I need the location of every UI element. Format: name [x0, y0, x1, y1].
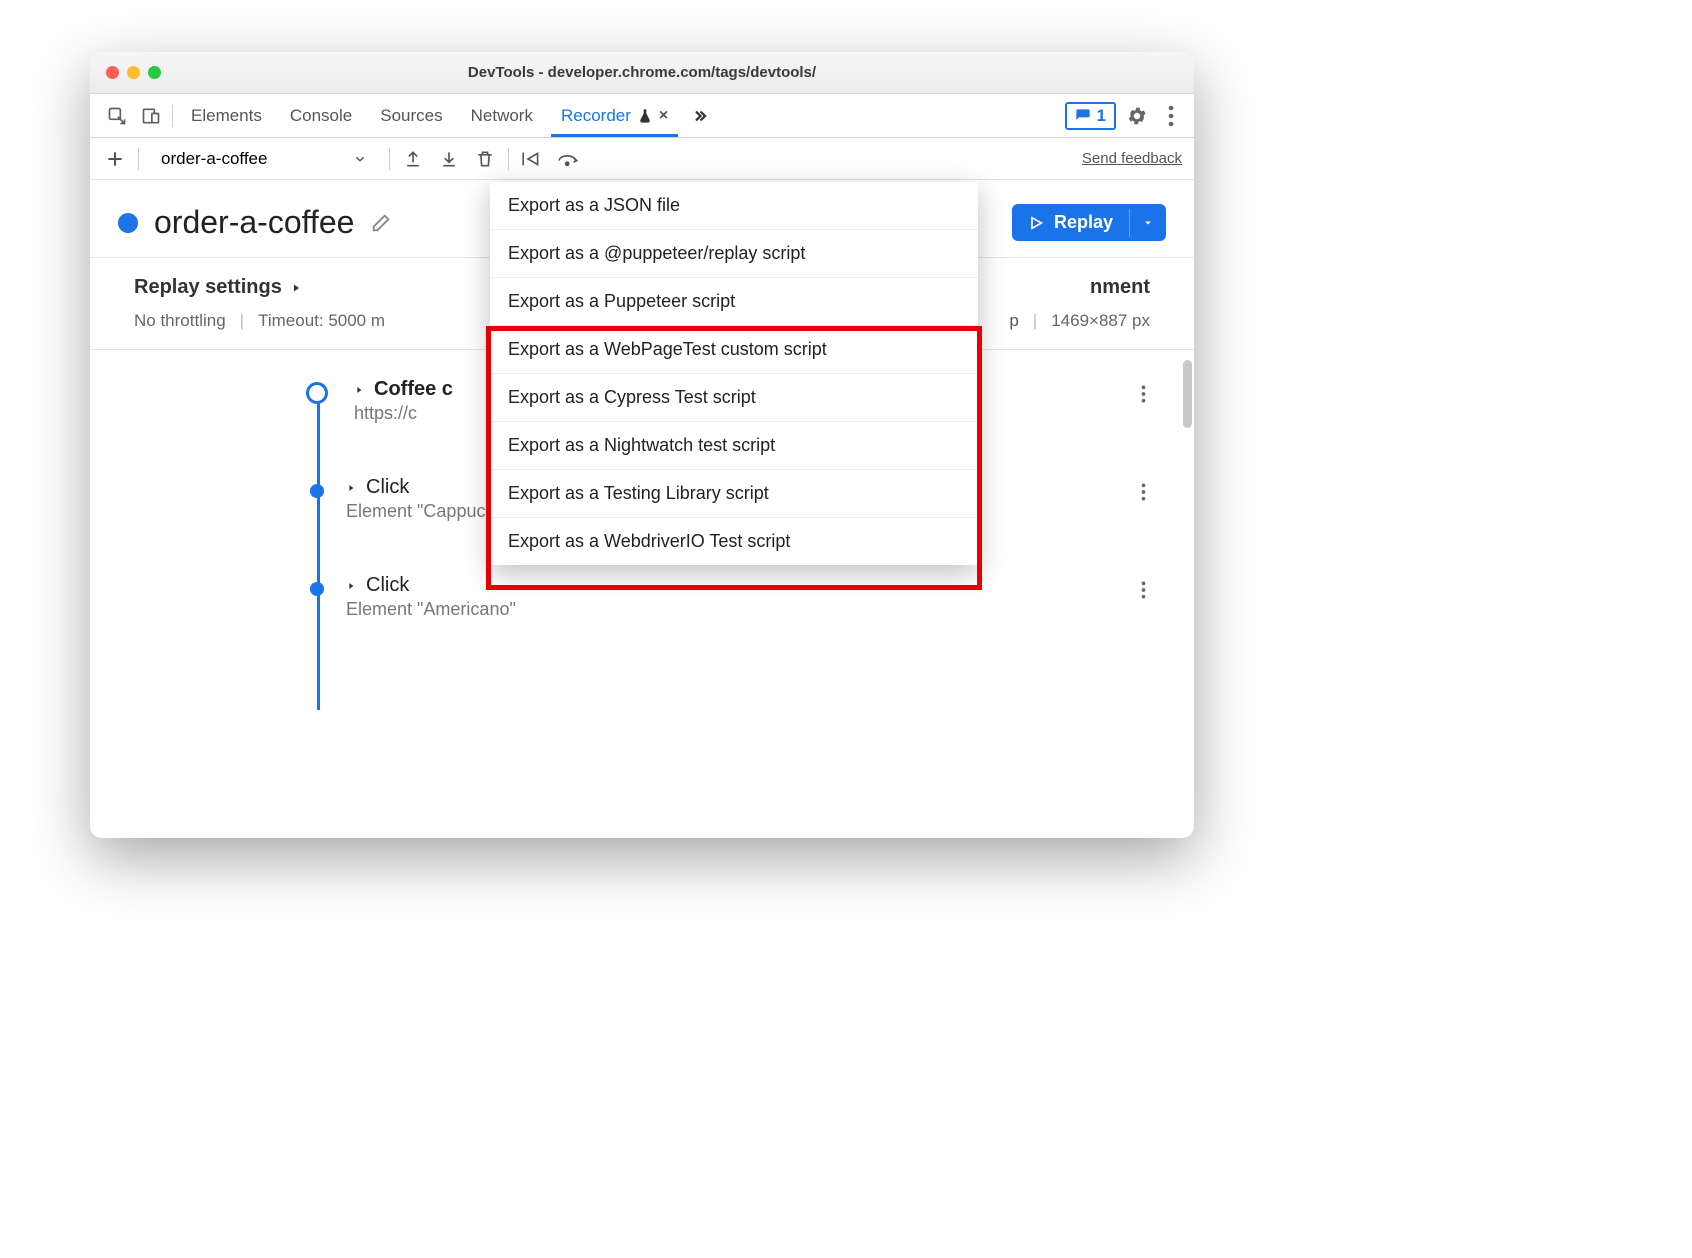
step-marker-icon [306, 382, 328, 404]
replay-settings-label: Replay settings [134, 276, 282, 299]
scrollbar-thumb[interactable] [1183, 360, 1192, 428]
separator [389, 148, 390, 170]
throttle-value[interactable]: No throttling [134, 311, 226, 331]
separator: | [1033, 311, 1037, 331]
settings-icon[interactable] [1124, 103, 1150, 129]
step-icon[interactable] [519, 146, 545, 172]
panel-tabs: Elements Console Sources Network Recorde… [90, 94, 1194, 138]
expand-icon[interactable] [346, 581, 356, 591]
export-menu-item[interactable]: Export as a WebPageTest custom script [490, 326, 978, 374]
viewport-value: 1469×887 px [1051, 311, 1150, 331]
export-menu-item[interactable]: Export as a JSON file [490, 182, 978, 230]
recorder-toolbar: order-a-coffee Send feedback [90, 138, 1194, 180]
step-title: Click [366, 476, 409, 499]
kebab-menu-icon[interactable] [1158, 103, 1184, 129]
send-feedback-link[interactable]: Send feedback [1082, 150, 1182, 167]
step-subtitle: https://c [354, 403, 453, 424]
step-title: Coffee c [374, 378, 453, 401]
issues-count: 1 [1097, 106, 1106, 126]
expand-icon[interactable] [354, 385, 364, 395]
export-menu-item[interactable]: Export as a Puppeteer script [490, 278, 978, 326]
expand-icon[interactable] [346, 483, 356, 493]
timeout-value[interactable]: Timeout: 5000 m [258, 311, 385, 331]
minimize-window-icon[interactable] [127, 66, 140, 79]
tab-network[interactable]: Network [461, 106, 543, 126]
window-title: DevTools - developer.chrome.com/tags/dev… [90, 64, 1194, 81]
recording-selector[interactable]: order-a-coffee [149, 143, 379, 175]
export-menu-item[interactable]: Export as a WebdriverIO Test script [490, 518, 978, 565]
tab-recorder[interactable]: Recorder × [551, 106, 678, 126]
recording-status-dot-icon [118, 213, 138, 233]
tab-console[interactable]: Console [280, 106, 362, 126]
export-menu-item[interactable]: Export as a Nightwatch test script [490, 422, 978, 470]
delete-icon[interactable] [472, 146, 498, 172]
export-menu-item[interactable]: Export as a Cypress Test script [490, 374, 978, 422]
tab-label: Recorder [561, 106, 631, 126]
step-title: Click [366, 574, 409, 597]
separator [172, 105, 173, 127]
titlebar: DevTools - developer.chrome.com/tags/dev… [90, 52, 1194, 94]
caret-right-icon [290, 282, 302, 294]
tab-sources[interactable]: Sources [370, 106, 452, 126]
step-menu-icon[interactable] [1141, 580, 1146, 600]
edit-name-icon[interactable] [370, 212, 392, 234]
recording-name: order-a-coffee [154, 204, 354, 241]
chevron-down-icon [353, 152, 367, 166]
tab-elements[interactable]: Elements [181, 106, 272, 126]
inspect-icon[interactable] [104, 103, 130, 129]
issues-button[interactable]: 1 [1065, 102, 1116, 130]
selected-recording-label: order-a-coffee [161, 149, 267, 169]
step-menu-icon[interactable] [1141, 384, 1146, 404]
step-over-icon[interactable] [555, 146, 581, 172]
step-subtitle: Element "Americano" [346, 599, 516, 620]
step-menu-icon[interactable] [1141, 482, 1146, 502]
step-marker-icon [310, 582, 324, 596]
maximize-window-icon[interactable] [148, 66, 161, 79]
export-menu-item[interactable]: Export as a Testing Library script [490, 470, 978, 518]
separator [508, 148, 509, 170]
import-icon[interactable] [436, 146, 462, 172]
close-window-icon[interactable] [106, 66, 119, 79]
export-icon[interactable] [400, 146, 426, 172]
timeline-line [317, 386, 320, 710]
replay-button-main[interactable]: Replay [1012, 204, 1129, 241]
export-menu-item[interactable]: Export as a @puppeteer/replay script [490, 230, 978, 278]
export-menu: Export as a JSON file Export as a @puppe… [490, 182, 978, 565]
separator [138, 148, 139, 170]
experiment-icon [637, 108, 653, 124]
new-recording-icon[interactable] [102, 146, 128, 172]
replay-label: Replay [1054, 212, 1113, 233]
environment-heading-fragment: nment [1090, 276, 1150, 299]
window-controls [106, 66, 161, 79]
replay-dropdown-icon[interactable] [1129, 209, 1166, 237]
more-tabs-icon[interactable] [686, 103, 712, 129]
step-marker-icon [310, 484, 324, 498]
separator: | [240, 311, 244, 331]
replay-button[interactable]: Replay [1012, 204, 1166, 241]
close-tab-icon[interactable]: × [659, 107, 668, 125]
device-toolbar-icon[interactable] [138, 103, 164, 129]
step-item[interactable]: Click Element "Americano" [134, 574, 1150, 620]
devtools-window: DevTools - developer.chrome.com/tags/dev… [90, 52, 1194, 838]
